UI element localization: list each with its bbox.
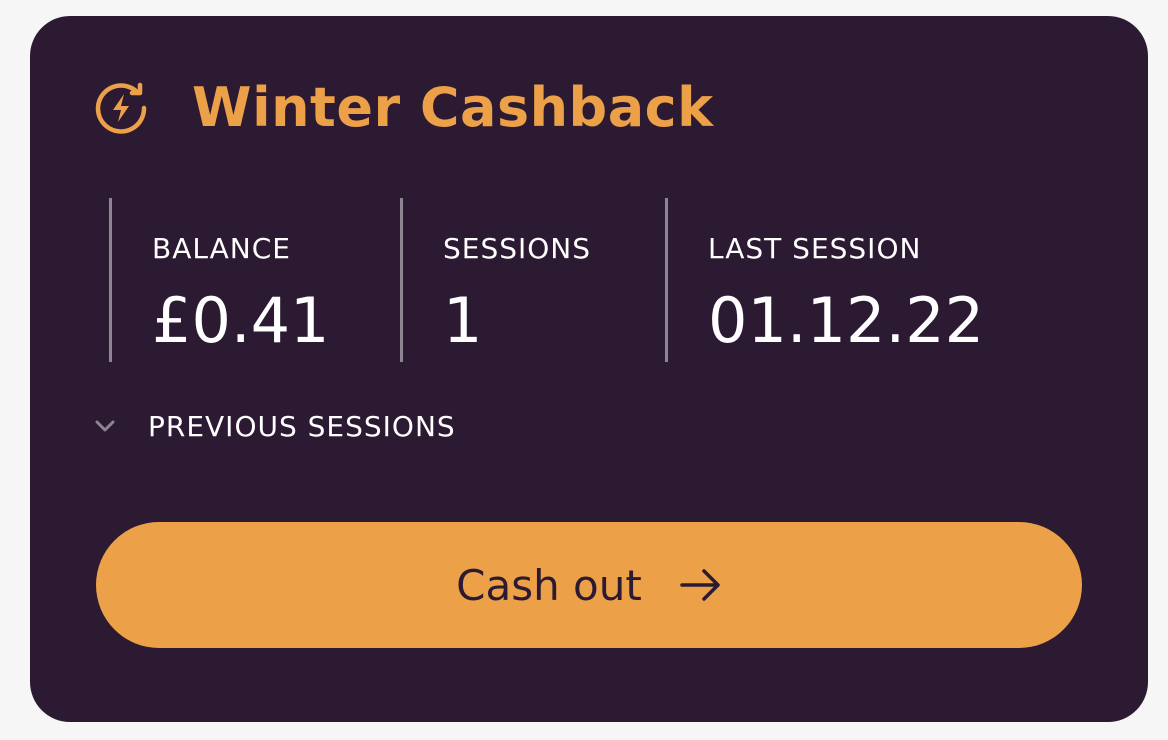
- previous-sessions-toggle[interactable]: PREVIOUS SESSIONS: [94, 408, 456, 444]
- stat-balance: BALANCE £0.41: [109, 198, 400, 362]
- stat-sessions: SESSIONS 1: [400, 198, 665, 362]
- cash-out-button[interactable]: Cash out: [96, 522, 1082, 648]
- arrow-right-icon: [680, 569, 720, 601]
- stat-value: £0.41: [152, 284, 330, 357]
- chevron-down-icon: [95, 420, 115, 432]
- cash-out-label: Cash out: [456, 560, 642, 610]
- stats-row: BALANCE £0.41 SESSIONS 1 LAST SESSION 01…: [109, 198, 1008, 362]
- stat-value: 1: [443, 284, 483, 357]
- cashback-card: Winter Cashback BALANCE £0.41 SESSIONS 1…: [30, 16, 1148, 722]
- stat-last-session: LAST SESSION 01.12.22: [665, 198, 1008, 362]
- stat-value: 01.12.22: [708, 284, 985, 357]
- stat-label: SESSIONS: [443, 232, 592, 265]
- card-header: Winter Cashback: [90, 76, 714, 140]
- stat-label: LAST SESSION: [708, 232, 922, 265]
- stat-label: BALANCE: [152, 232, 291, 265]
- card-title: Winter Cashback: [192, 76, 714, 139]
- cashback-bolt-icon: [95, 82, 147, 134]
- previous-sessions-label: PREVIOUS SESSIONS: [148, 409, 456, 443]
